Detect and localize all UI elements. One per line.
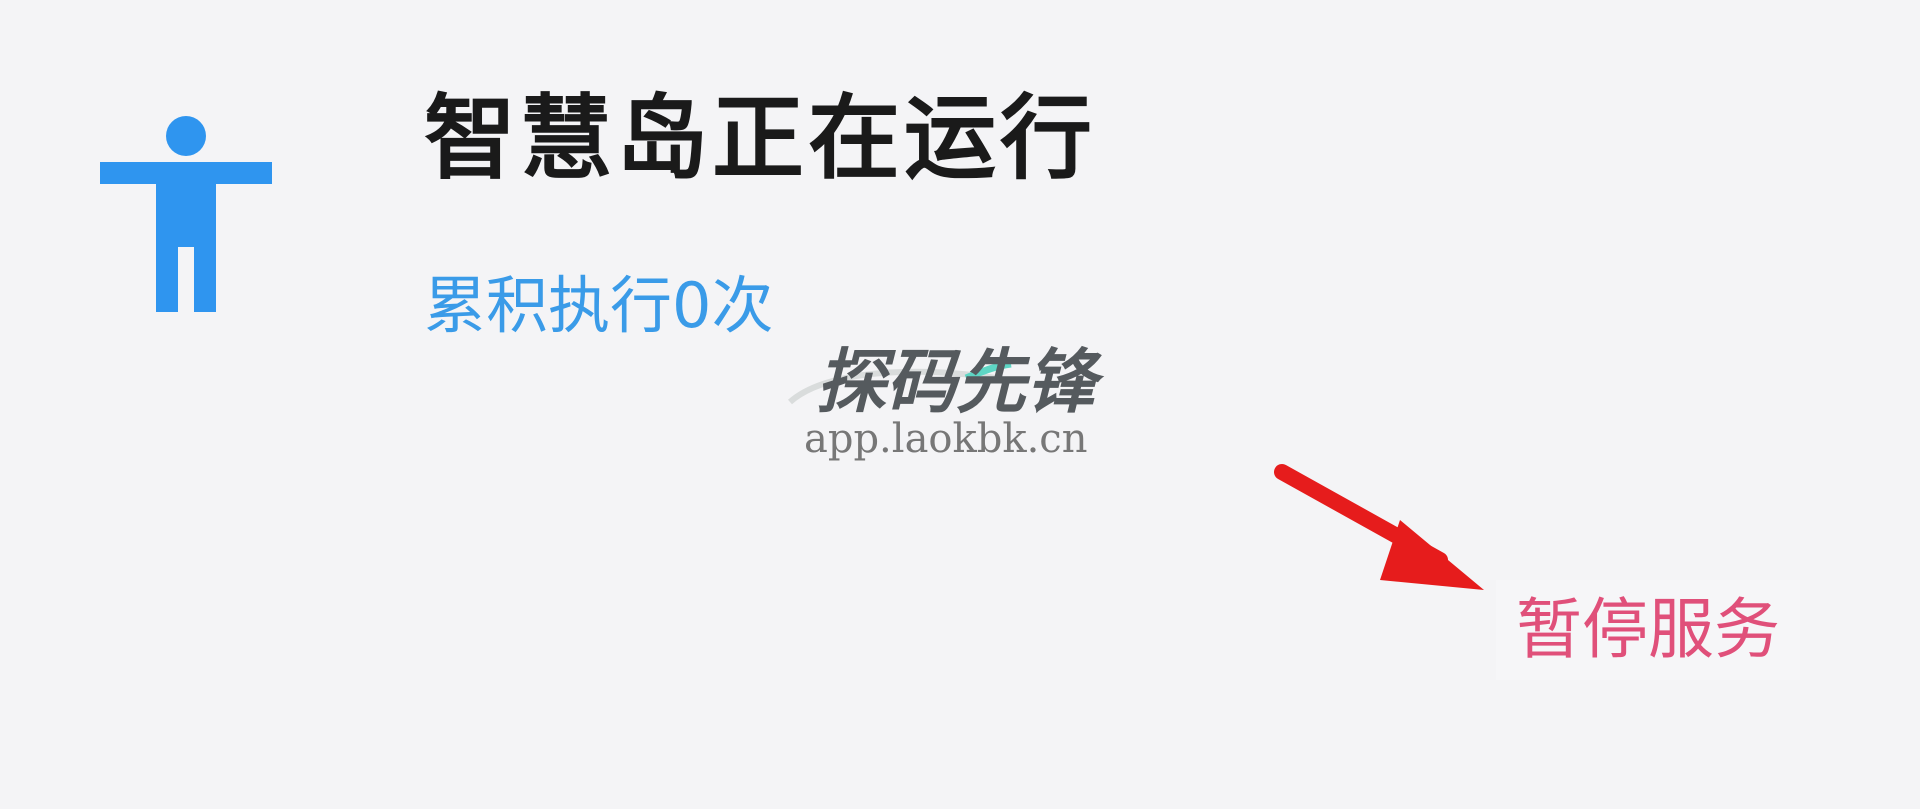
pause-service-button[interactable]: 暂停服务 [1496,580,1800,680]
watermark-url: app.laokbk.cn [804,416,1088,462]
service-card: 智慧岛正在运行 累积执行0次 探码先锋 app.laokbk.cn 暂停服务 [0,0,1920,809]
accessibility-person-icon [100,116,272,312]
execution-count: 累积执行0次 [424,269,774,342]
watermark: 探码先锋 app.laokbk.cn [786,340,1126,470]
service-title: 智慧岛正在运行 [424,85,1097,192]
red-arrow-icon [1274,464,1484,590]
watermark-brand: 探码先锋 [816,341,1096,423]
